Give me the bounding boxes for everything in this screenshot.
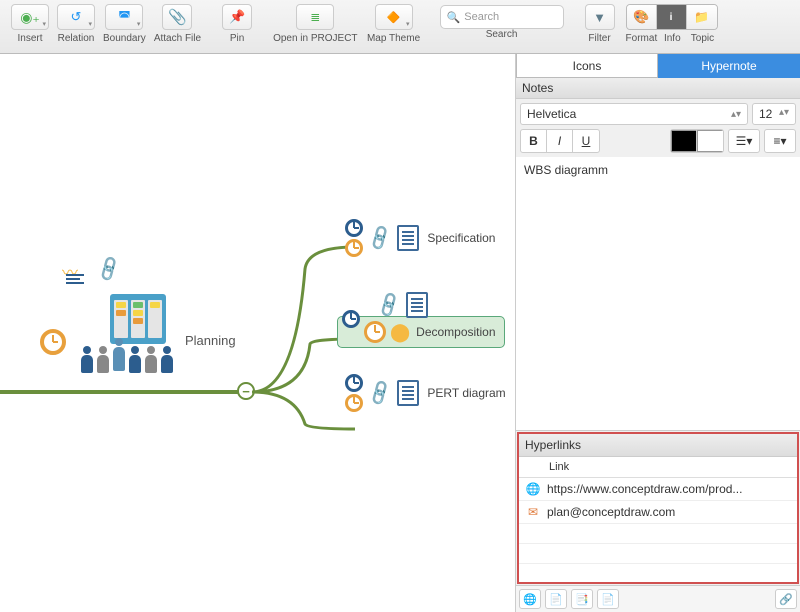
decomposition-topic-selected[interactable]: ⬤ Decomposition [337,316,505,348]
chain-icon: 🔗 [374,290,404,319]
bg-color-button[interactable] [697,130,723,152]
add-web-link-button[interactable]: 🌐 [519,589,541,609]
chain-icon: 🔗 [365,223,395,252]
topic-button[interactable]: 📁 [687,5,717,29]
text-style-group: B I U [520,129,600,153]
pin-marker-icon: ⬤ [390,322,410,343]
text-color-button[interactable] [671,130,697,152]
pin-button[interactable]: 📌Pin [216,4,258,44]
remove-link-button[interactable]: 📄 [597,589,619,609]
empty-row [519,524,797,544]
info-button[interactable]: i [657,5,687,29]
hyperlinks-section: Hyperlinks Link 🌐 https://www.conceptdra… [517,432,799,584]
map-theme-button[interactable]: 🔶Map Theme [363,4,425,44]
search-field[interactable]: SearchSearch [437,4,567,40]
format-button[interactable]: 🎨 [627,5,657,29]
notes-textarea[interactable]: WBS diagramm [516,157,800,431]
tab-hypernote[interactable]: Hypernote [658,54,800,78]
hyperlinks-header: Hyperlinks [519,434,797,457]
decomposition-icons: 🔗 [378,292,428,318]
bold-button[interactable]: B [521,130,547,152]
link-column-header: Link [519,457,797,478]
clock-icon [40,329,66,358]
lines-icon [66,274,84,284]
open-project-button[interactable]: ≣Open in PROJECT [270,4,360,44]
tab-icons[interactable]: Icons [516,54,658,78]
font-size-selector[interactable]: 12▴▾ [752,103,796,125]
main-toolbar: ◉₊Insert ↺Relation ◚Boundary 📎Attach Fil… [0,0,800,54]
hyperlink-toolbar: 🌐 📄 📑 📄 🔗 [516,585,800,612]
relation-button[interactable]: ↺Relation [54,4,98,44]
root-branch [0,390,240,394]
pert-diagram-topic[interactable]: 🔗 PERT diagram [345,374,506,412]
format-info-topic-group: 🎨 i 📁 FormatInfoTopic [623,4,721,44]
underline-button[interactable]: U [573,130,599,152]
specification-topic[interactable]: 🔗 Specification [345,219,495,257]
mindmap-canvas[interactable]: 〰 🔗 Planning − [0,54,516,612]
hyperlink-row[interactable]: ✉ plan@conceptdraw.com [519,501,797,524]
mail-icon: ✉ [525,504,541,520]
boundary-button[interactable]: ◚Boundary [100,4,149,44]
hyperlink-row[interactable]: 🌐 https://www.conceptdraw.com/prod... [519,478,797,501]
align-button[interactable]: ≡▾ [764,129,796,153]
link-options-button[interactable]: 🔗 [775,589,797,609]
font-selector[interactable]: Helvetica▴▾ [520,103,748,125]
chain-icon: 🔗 [365,378,395,407]
attach-file-button[interactable]: 📎Attach File [151,4,204,44]
color-group [670,129,724,153]
planning-topic[interactable]: Planning [185,333,236,348]
notes-header: Notes [516,78,800,99]
empty-row [519,544,797,564]
people-illustration [80,286,180,376]
add-topic-link-button[interactable]: 📑 [571,589,593,609]
inspector-panel: Icons Hypernote Notes Helvetica▴▾ 12▴▾ B… [516,54,800,612]
filter-button[interactable]: ▼Filter [579,4,621,44]
globe-icon: 🌐 [525,481,541,497]
document-icon [406,292,428,318]
insert-button[interactable]: ◉₊Insert [8,4,52,44]
chain-icon: 🔗 [94,255,124,284]
italic-button[interactable]: I [547,130,573,152]
list-button[interactable]: ☰▾ [728,129,760,153]
add-file-link-button[interactable]: 📄 [545,589,567,609]
document-icon [397,225,419,251]
document-icon [397,380,419,406]
